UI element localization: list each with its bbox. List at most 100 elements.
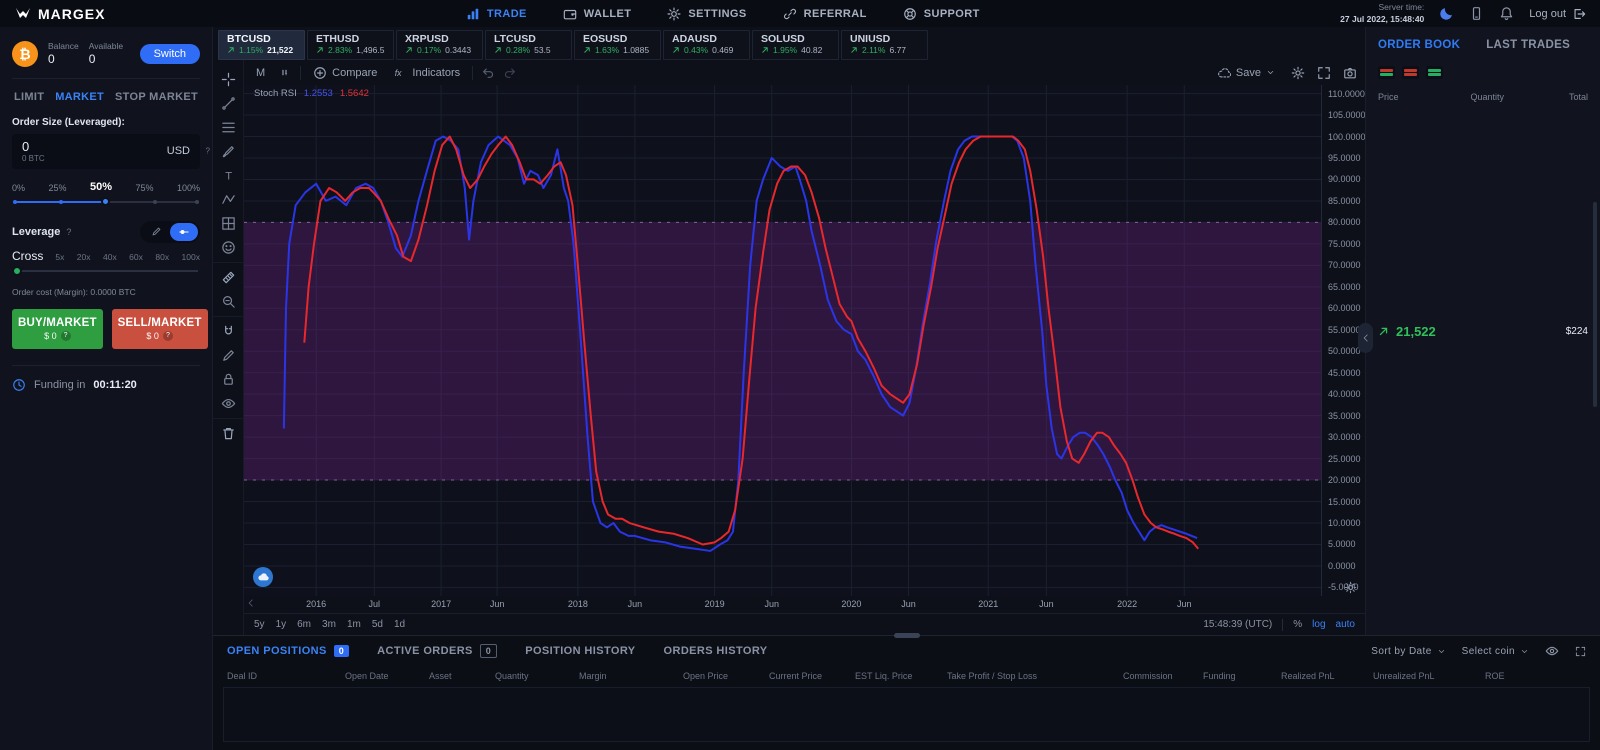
mobile-app-icon[interactable]	[1469, 6, 1484, 21]
fullscreen-icon[interactable]	[1317, 66, 1331, 80]
nav-settings[interactable]: SETTINGS	[667, 7, 746, 21]
indicators-button[interactable]: fxIndicators	[389, 64, 464, 82]
leverage-slider-thumb[interactable]	[12, 266, 22, 276]
tab-position-history[interactable]: POSITION HISTORY	[525, 645, 635, 657]
toggle-columns-eye-icon[interactable]	[1545, 644, 1559, 658]
ticker-ethusd[interactable]: ETHUSD 2.83% 1,496.5	[307, 30, 394, 60]
leverage-help-icon[interactable]: ?	[66, 227, 71, 237]
order-book-body[interactable]: 21,522 $224	[1378, 102, 1588, 627]
view-asks-only-icon[interactable]	[1402, 66, 1419, 79]
range-6m[interactable]: 6m	[297, 619, 311, 630]
panel-collapse-handle[interactable]	[1358, 323, 1373, 353]
column-header: Take Profit / Stop Loss	[947, 671, 1123, 681]
size-slider-current[interactable]: 50%	[90, 181, 112, 193]
ticker-xrpusd[interactable]: XRPUSD 0.17% 0.3443	[396, 30, 483, 60]
undo-icon[interactable]	[481, 66, 495, 80]
timeframe-button[interactable]: M	[252, 65, 269, 81]
magnet-icon[interactable]	[221, 324, 236, 339]
time-axis[interactable]: 2016Jul2017Jun2018Jun2019Jun2020Jun2021J…	[244, 596, 1365, 613]
order-book-scrollbar[interactable]	[1593, 202, 1597, 407]
tab-market[interactable]: MARKET	[55, 91, 104, 103]
indicator-legend[interactable]: Stoch RSI 1.2553 1.5642	[254, 88, 369, 99]
logout-button[interactable]: Log out	[1529, 7, 1586, 21]
sort-by-select[interactable]: Sort by Date	[1371, 646, 1445, 657]
positions-table-body[interactable]	[223, 687, 1590, 742]
nav-wallet[interactable]: WALLET	[563, 7, 632, 21]
measure-icon[interactable]	[221, 270, 236, 285]
range-5d[interactable]: 5d	[372, 619, 383, 630]
ticker-uniusd[interactable]: UNIUSD 2.11% 6.77	[841, 30, 928, 60]
y-axis-tick: -5.0000	[1328, 582, 1359, 592]
leverage-slider-mode-icon[interactable]	[170, 223, 198, 241]
indicator-plot[interactable]: Stoch RSI 1.2553 1.5642	[244, 85, 1321, 596]
margin-mode-label[interactable]: Cross	[12, 249, 43, 263]
x-axis-tick: Jun	[764, 599, 779, 609]
save-layout-button[interactable]: Save	[1213, 64, 1279, 82]
expand-panel-icon[interactable]	[1575, 646, 1586, 657]
chevron-left-icon	[1361, 333, 1371, 343]
trash-icon[interactable]	[221, 426, 236, 441]
trendline-icon[interactable]	[221, 96, 236, 111]
coin-filter-select[interactable]: Select coin	[1462, 646, 1529, 657]
chart-settings-gear-icon[interactable]	[1291, 66, 1305, 80]
range-1m[interactable]: 1m	[347, 619, 361, 630]
scroll-left-icon[interactable]	[246, 598, 256, 608]
nav-referral[interactable]: REFERRAL	[783, 7, 867, 21]
draw-icon[interactable]	[221, 348, 236, 363]
scale-auto-button[interactable]: auto	[1336, 619, 1355, 630]
order-size-input[interactable]: 0 0 BTC USD	[12, 134, 200, 169]
range-1y[interactable]: 1y	[276, 619, 287, 630]
tab-limit[interactable]: LIMIT	[14, 91, 44, 103]
leverage-edit-pencil-icon[interactable]	[142, 223, 170, 241]
range-1d[interactable]: 1d	[394, 619, 405, 630]
tab-order-book[interactable]: ORDER BOOK	[1378, 39, 1460, 51]
last-price-row[interactable]: 21,522 $224	[1378, 324, 1588, 339]
order-size-help-icon[interactable]: ?	[206, 147, 210, 156]
view-both-sides-icon[interactable]	[1378, 66, 1395, 79]
switch-button[interactable]: Switch	[140, 44, 200, 64]
tab-stop-market[interactable]: STOP MARKET	[115, 91, 198, 103]
chart-style-candles-icon[interactable]	[277, 65, 292, 80]
brush-icon[interactable]	[221, 144, 236, 159]
notifications-bell-icon[interactable]	[1499, 6, 1514, 21]
compare-button[interactable]: Compare	[309, 64, 381, 82]
pattern-icon[interactable]	[221, 192, 236, 207]
size-slider-thumb[interactable]	[101, 197, 110, 206]
scale-percent-button[interactable]: %	[1293, 619, 1302, 630]
ticker-btcusd[interactable]: BTCUSD 1.15% 21,522	[218, 30, 305, 60]
nav-support[interactable]: SUPPORT	[903, 7, 980, 21]
horizontal-scrollbar[interactable]	[894, 633, 920, 638]
size-slider[interactable]	[12, 197, 200, 207]
tab-open-positions[interactable]: OPEN POSITIONS0	[227, 645, 349, 657]
text-icon[interactable]: T	[221, 168, 236, 183]
crosshair-icon[interactable]	[221, 72, 236, 87]
range-5y[interactable]: 5y	[254, 619, 265, 630]
order-size-label: Order Size (Leveraged):	[12, 117, 200, 128]
view-bids-only-icon[interactable]	[1426, 66, 1443, 79]
scale-log-button[interactable]: log	[1312, 619, 1325, 630]
sell-market-button[interactable]: SELL/MARKET $ 0?	[112, 309, 208, 349]
tradingview-cloud-icon[interactable]	[253, 567, 273, 587]
ticker-eosusd[interactable]: EOSUSD 1.63% 1.0885	[574, 30, 661, 60]
forecast-icon[interactable]	[221, 216, 236, 231]
nav-trade[interactable]: TRADE	[466, 7, 527, 21]
eye-icon[interactable]	[221, 396, 236, 411]
range-3m[interactable]: 3m	[322, 619, 336, 630]
redo-icon[interactable]	[503, 66, 517, 80]
zoom-icon[interactable]	[221, 294, 236, 309]
tab-active-orders[interactable]: ACTIVE ORDERS0	[377, 644, 497, 658]
buy-market-button[interactable]: BUY/MARKET $ 0?	[12, 309, 103, 349]
theme-moon-icon[interactable]	[1439, 6, 1454, 21]
emoji-icon[interactable]	[221, 240, 236, 255]
ticker-price: 21,522	[267, 45, 293, 55]
ticker-adausd[interactable]: ADAUSD 0.43% 0.469	[663, 30, 750, 60]
leverage-slider[interactable]	[12, 265, 200, 277]
ticker-price: 6.77	[889, 45, 906, 55]
tab-last-trades[interactable]: LAST TRADES	[1486, 39, 1570, 51]
fib-icon[interactable]	[221, 120, 236, 135]
lock-icon[interactable]	[221, 372, 236, 387]
snapshot-camera-icon[interactable]	[1343, 66, 1357, 80]
ticker-ltcusd[interactable]: LTCUSD 0.28% 53.5	[485, 30, 572, 60]
ticker-solusd[interactable]: SOLUSD 1.95% 40.82	[752, 30, 839, 60]
tab-orders-history[interactable]: ORDERS HISTORY	[664, 645, 768, 657]
